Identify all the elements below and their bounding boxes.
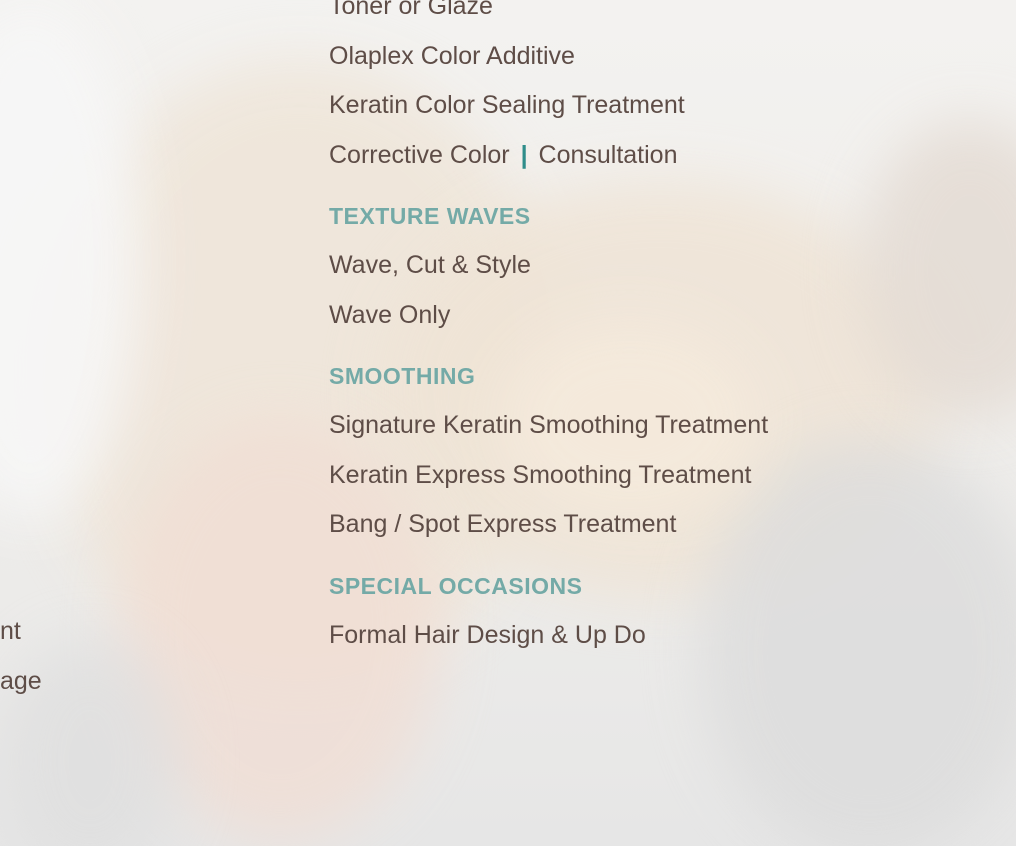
- service-item-bang-spot: Bang / Spot Express Treatment: [329, 510, 677, 538]
- service-item-signature-keratin: Signature Keratin Smoothing Treatment: [329, 411, 769, 439]
- service-item-olaplex: Olaplex Color Additive: [329, 41, 575, 70]
- section-heading-special-occasions: SPECIAL OCCASIONS: [329, 572, 583, 599]
- left-column-fragment: age: [0, 666, 42, 695]
- left-service-column: nt age: [0, 607, 42, 706]
- service-item-corrective-color: Corrective Color | Consultation: [329, 131, 969, 181]
- service-item-keratin-express: Keratin Express Smoothing Treatment: [329, 460, 752, 489]
- corrective-color-label: Corrective Color: [329, 140, 510, 169]
- left-column-fragment: nt: [0, 617, 21, 645]
- service-item-keratin-sealing: Keratin Color Sealing Treatment: [329, 91, 685, 119]
- service-item-wave-only: Wave Only: [329, 300, 451, 329]
- section-heading-texture-waves: TEXTURE WAVES: [329, 203, 531, 229]
- service-item-toner: Toner or Glaze: [329, 0, 493, 20]
- services-menu: Toner or Glaze Olaplex Color Additive Ke…: [329, 0, 969, 660]
- separator: |: [520, 140, 528, 169]
- service-item-formal-hair-design: Formal Hair Design & Up Do: [329, 620, 646, 649]
- consultation-label: Consultation: [538, 140, 678, 169]
- service-item-wave-cut-style: Wave, Cut & Style: [329, 251, 531, 279]
- section-heading-smoothing: SMOOTHING: [329, 363, 476, 389]
